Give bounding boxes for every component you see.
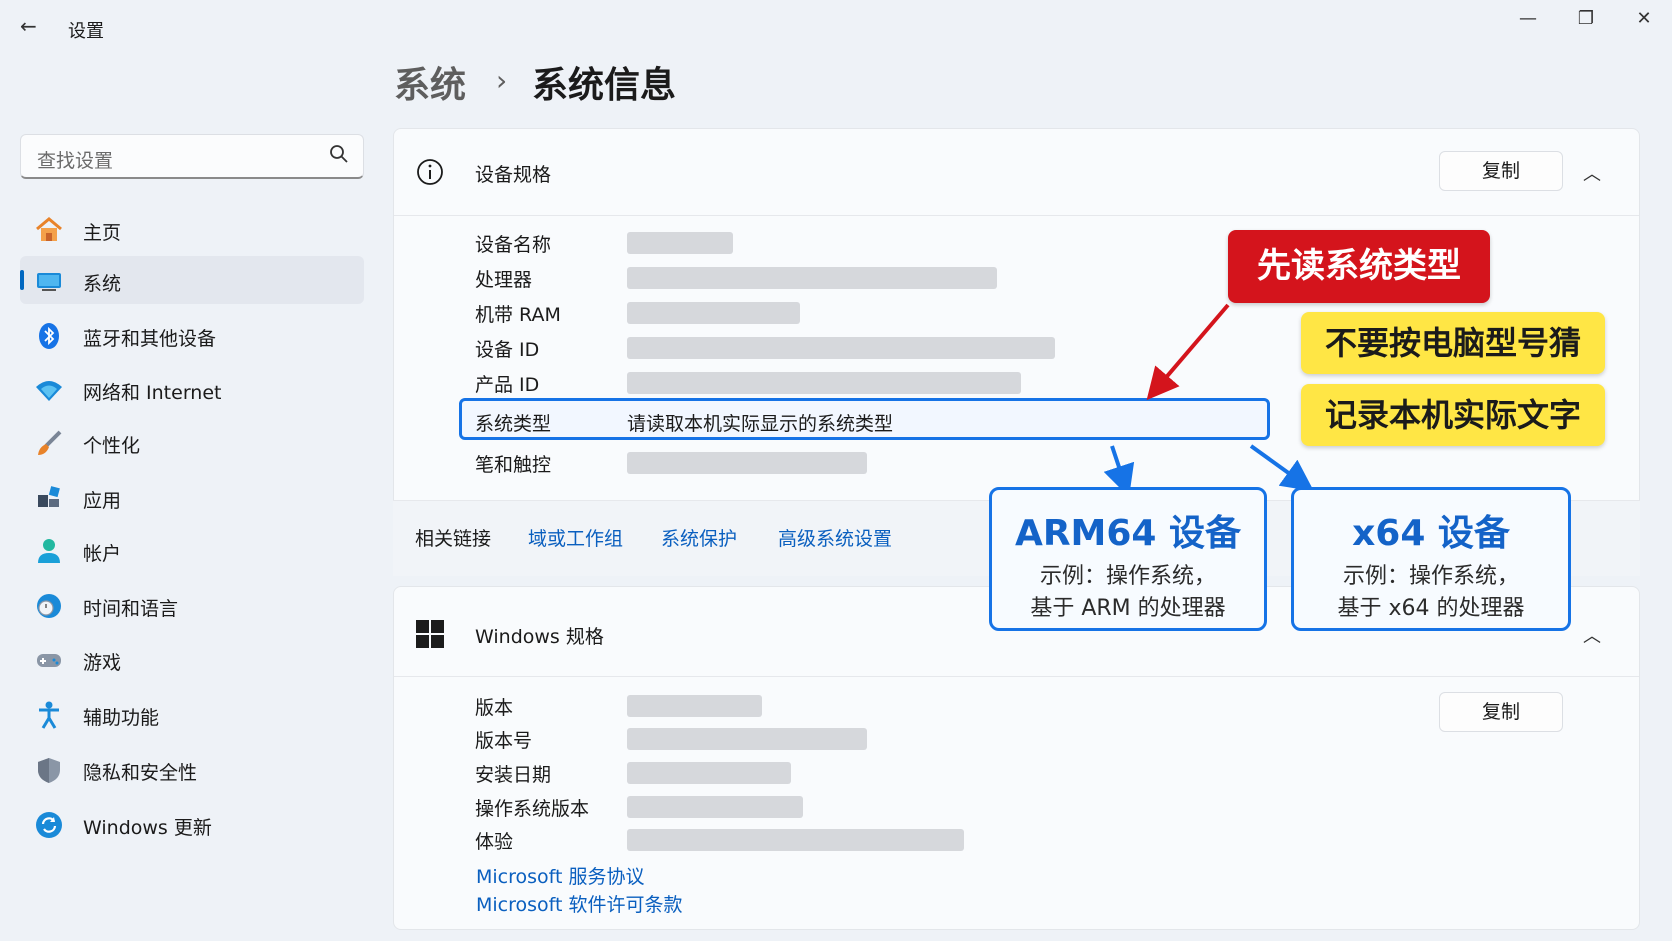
sidebar-item-gaming[interactable]: 游戏 — [20, 635, 364, 683]
update-icon — [36, 812, 62, 838]
accessibility-icon — [39, 701, 59, 729]
wifi-icon — [36, 381, 62, 401]
spec-label-device-name: 设备名称 — [475, 234, 552, 256]
spec-label-edition: 版本 — [475, 697, 514, 719]
spec-label-device-id: 设备 ID — [475, 339, 540, 361]
sidebar-item-label: 游戏 — [83, 652, 122, 674]
spec-label-processor: 处理器 — [475, 269, 533, 291]
breadcrumb-parent[interactable]: 系统 — [394, 56, 466, 108]
active-indicator — [20, 270, 24, 290]
x64-line1: 示例：操作系统， — [1342, 564, 1519, 589]
arm64-line2: 基于 ARM 的处理器 — [1030, 596, 1226, 621]
sidebar-item-label: 系统 — [83, 273, 122, 295]
read-system-type-tag: 先读系统类型 — [1228, 230, 1490, 303]
spec-label-product-id: 产品 ID — [475, 374, 540, 396]
sidebar-item-system[interactable]: 系统 — [20, 256, 364, 304]
time-language-icon — [37, 594, 61, 618]
sidebar-item-accessibility[interactable]: 辅助功能 — [20, 690, 364, 738]
redacted-value — [627, 762, 791, 784]
arm64-title: ARM64 设备 — [1014, 513, 1242, 554]
spec-label-os-build: 操作系统版本 — [475, 798, 590, 820]
x64-line2: 基于 x64 的处理器 — [1337, 596, 1525, 621]
device-specs-collapse-icon[interactable]: ︿ — [1583, 160, 1601, 186]
sidebar-item-label: 应用 — [83, 490, 122, 512]
link-service-agreement[interactable]: Microsoft 服务协议 — [476, 862, 645, 889]
link-license-terms[interactable]: Microsoft 软件许可条款 — [476, 890, 683, 917]
arm64-callout: ARM64 设备 示例：操作系统， 基于 ARM 的处理器 — [989, 487, 1267, 631]
gamepad-icon — [37, 654, 61, 667]
redacted-value — [627, 232, 733, 254]
brush-icon — [38, 430, 62, 455]
redacted-value — [627, 267, 997, 289]
spec-value-system-type: 请读取本机实际显示的系统类型 — [627, 413, 894, 435]
sidebar-item-label: 主页 — [83, 222, 122, 244]
breadcrumb-separator-icon: › — [496, 64, 508, 97]
back-arrow-icon[interactable]: ← — [20, 14, 44, 44]
shield-icon — [38, 758, 60, 783]
sidebar-item-home[interactable]: 主页 — [20, 205, 364, 253]
sidebar-item-label: 时间和语言 — [83, 598, 179, 620]
record-text-tag: 记录本机实际文字 — [1301, 384, 1605, 446]
x64-callout: x64 设备 示例：操作系统， 基于 x64 的处理器 — [1291, 487, 1571, 631]
info-icon — [417, 159, 443, 185]
sidebar-item-label: 隐私和安全性 — [83, 762, 198, 784]
spec-label-version: 版本号 — [475, 730, 533, 752]
search-icon[interactable] — [329, 144, 349, 164]
sidebar-item-windows-update[interactable]: Windows 更新 — [20, 800, 364, 848]
minimize-button[interactable]: — — [1508, 8, 1548, 34]
divider — [394, 676, 1639, 677]
divider — [394, 215, 1639, 216]
sidebar-item-label: 蓝牙和其他设备 — [83, 328, 217, 350]
related-links-label: 相关链接 — [415, 528, 492, 550]
spec-label-pen-touch: 笔和触控 — [475, 454, 552, 476]
redacted-value — [627, 302, 800, 324]
sidebar-item-accounts[interactable]: 帐户 — [20, 526, 364, 574]
spec-label-install-date: 安装日期 — [475, 764, 552, 786]
windows-specs-collapse-icon[interactable]: ︿ — [1583, 622, 1601, 648]
bluetooth-icon — [39, 323, 59, 349]
search-input[interactable]: 查找设置 — [20, 134, 364, 179]
close-button[interactable]: ✕ — [1624, 8, 1664, 34]
app-title: 设置 — [68, 21, 104, 42]
redacted-value — [627, 728, 867, 750]
sidebar-item-label: 网络和 Internet — [83, 382, 222, 404]
sidebar-item-apps[interactable]: 应用 — [20, 473, 364, 521]
x64-title: x64 设备 — [1352, 513, 1510, 554]
home-icon — [36, 217, 62, 241]
redacted-value — [627, 796, 803, 818]
redacted-value — [627, 695, 762, 717]
page-title: 系统信息 — [532, 65, 677, 106]
device-specs-copy-button[interactable]: 复制 — [1439, 151, 1563, 191]
sidebar-item-network[interactable]: 网络和 Internet — [20, 365, 364, 413]
sidebar-item-label: 辅助功能 — [83, 707, 160, 729]
device-specs-title: 设备规格 — [475, 164, 552, 186]
spec-label-ram: 机带 RAM — [475, 304, 561, 326]
sidebar-item-label: 帐户 — [83, 543, 122, 565]
sidebar-item-personalization[interactable]: 个性化 — [20, 418, 364, 466]
search-placeholder: 查找设置 — [37, 150, 114, 172]
redacted-value — [627, 829, 964, 851]
link-system-protection[interactable]: 系统保护 — [661, 524, 737, 551]
sidebar-item-label: Windows 更新 — [83, 817, 212, 839]
dont-guess-tag: 不要按电脑型号猜 — [1301, 312, 1605, 374]
sidebar-item-time-language[interactable]: 时间和语言 — [20, 581, 364, 629]
sidebar-item-privacy[interactable]: 隐私和安全性 — [20, 745, 364, 793]
link-domain-workgroup[interactable]: 域或工作组 — [528, 524, 623, 551]
spec-label-system-type: 系统类型 — [475, 413, 552, 435]
arm64-line1: 示例：操作系统， — [1039, 564, 1216, 589]
sidebar-item-bluetooth[interactable]: 蓝牙和其他设备 — [20, 311, 364, 359]
system-icon — [37, 273, 61, 291]
windows-specs-title: Windows 规格 — [475, 626, 604, 648]
windows-specs-copy-button[interactable]: 复制 — [1439, 692, 1563, 732]
redacted-value — [627, 452, 867, 474]
redacted-value — [627, 372, 1021, 394]
account-icon — [38, 539, 60, 563]
apps-icon — [38, 486, 60, 507]
restore-button[interactable]: ❐ — [1566, 8, 1606, 34]
sidebar-item-label: 个性化 — [83, 435, 141, 457]
link-advanced-settings[interactable]: 高级系统设置 — [778, 524, 892, 551]
redacted-value — [627, 337, 1055, 359]
windows-logo-icon — [416, 620, 444, 648]
spec-label-experience: 体验 — [475, 831, 514, 853]
